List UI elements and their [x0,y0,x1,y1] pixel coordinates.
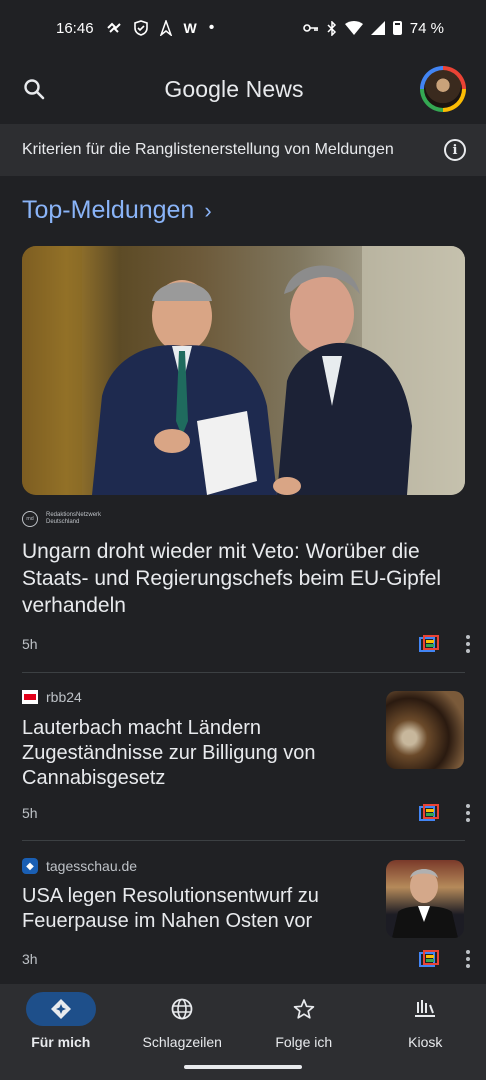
battery-percent: 74 % [409,19,444,37]
home-indicator[interactable] [184,1065,302,1069]
source-name-line2: Deutschland [46,519,80,525]
avatar-image [423,70,462,108]
article-thumbnail[interactable] [386,691,464,769]
star-icon [293,999,314,1019]
chevron-right-icon: › [204,197,212,223]
nav-label: Folge ich [275,1034,333,1050]
app-title: Google News [164,76,303,103]
app-bar: Google News [0,56,486,122]
section-top-stories[interactable]: Top-Meldungen › [22,196,212,225]
article-source[interactable]: ◆ tagesschau.de [22,858,137,874]
status-right: 74 % [302,19,444,37]
newsstand-icon [415,1000,436,1017]
article-headline[interactable]: Ungarn droht wieder mit Veto: Worüber di… [22,538,467,619]
key-icon [302,23,319,33]
article-age: 5h [22,636,38,652]
article-meta: 5h [22,631,471,657]
nav-for-you[interactable]: Für mich [0,992,121,1080]
hero-photo-illustration [22,246,465,495]
article-age: 5h [22,805,38,821]
hero-image[interactable] [22,246,465,495]
nav-pill [390,992,460,1026]
status-time: 16:46 [56,19,94,37]
info-icon[interactable]: i [444,139,466,161]
nav-pill [147,992,217,1026]
nav-label: Für mich [31,1034,91,1050]
nav-label: Kiosk [408,1034,443,1050]
nav-label: Schlagzeilen [142,1034,222,1050]
search-button[interactable] [20,75,48,103]
bluetooth-icon [327,20,337,36]
article-actions [419,635,471,653]
source-name: rbb24 [46,689,82,705]
divider [22,840,465,841]
brand-news: News [245,75,304,102]
tagesschau-logo-icon: ◆ [22,858,38,874]
status-left: 16:46 W • [56,19,214,37]
battery-icon [392,21,402,35]
rnd-logo-icon: rnd [22,511,38,527]
full-coverage-icon[interactable] [419,804,439,822]
nav-pill [269,992,339,1026]
article-source[interactable]: rnd RedaktionsNetzwerk Deutschland [22,511,101,527]
nav-pill [25,992,96,1026]
signal-icon [370,21,385,35]
status-dot: • [208,19,215,36]
more-options-icon[interactable] [465,950,471,968]
article-meta: 5h [22,800,471,826]
source-name: RedaktionsNetzwerk Deutschland [46,512,101,526]
shield-icon [133,20,148,36]
article-actions [419,804,471,822]
full-coverage-icon[interactable] [419,950,439,968]
source-name: tagesschau.de [46,858,138,874]
article-thumbnail[interactable] [386,860,464,938]
divider [22,672,465,673]
article-headline[interactable]: Lauterbach macht Ländern Zugeständnisse … [22,716,367,791]
more-options-icon[interactable] [465,635,471,653]
source-name-line1: RedaktionsNetzwerk [46,512,102,518]
wifi-icon [344,21,363,35]
nav-newsstand[interactable]: Kiosk [365,992,486,1080]
banner-text: Kriterien für die Ranglistenerstellung v… [22,141,394,158]
article-headline[interactable]: USA legen Resolutionsentwurf zu Feuerpau… [22,884,367,934]
rbb24-logo-icon [22,690,38,704]
avatar[interactable] [419,66,466,112]
for-you-icon [50,999,71,1019]
arrow-icon [159,20,172,36]
article-source[interactable]: rbb24 [22,689,82,705]
article-meta: 3h [22,946,471,972]
more-options-icon[interactable] [465,804,471,822]
w-badge: W [183,20,197,36]
article-actions [419,950,471,968]
ranking-criteria-banner[interactable]: Kriterien für die Ranglistenerstellung v… [0,124,486,176]
article-age: 3h [22,951,38,967]
globe-icon [171,998,193,1020]
search-icon [24,79,45,100]
status-bar: 16:46 W • 74 % [0,0,486,56]
full-coverage-icon[interactable] [419,635,439,653]
wrist-icon [106,21,122,35]
brand-google: Google [164,75,240,102]
thumbnail-illustration [392,869,458,938]
section-title: Top-Meldungen [22,196,195,224]
